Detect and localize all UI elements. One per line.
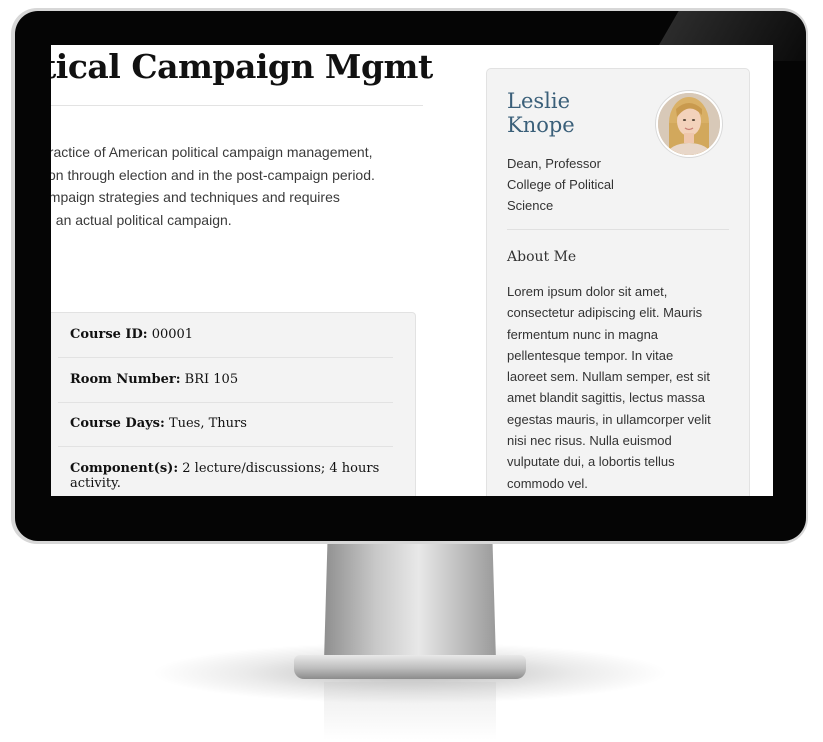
about-line: vulputate dui, a lobortis tellus <box>507 454 675 470</box>
title-divider <box>51 105 423 106</box>
components-value: 2 lecture/discussions; 4 hours <box>178 461 380 476</box>
instructor-avatar <box>656 91 722 157</box>
course-description: practice of American political campaign … <box>51 141 421 231</box>
instructor-first-name[interactable]: Leslie <box>507 89 570 113</box>
room-number-value: BRI 105 <box>180 372 239 387</box>
components-label: Component(s): <box>70 461 179 476</box>
monitor-stand-base <box>294 655 526 679</box>
course-days-label: Course Days: <box>70 416 165 431</box>
about-line: fermentum nunc in magna <box>507 326 659 342</box>
components-value-continued: activity. <box>70 476 121 491</box>
course-days-value: Tues, Thurs <box>164 416 247 431</box>
row-divider <box>58 402 393 403</box>
course-details-card: Course ID: 00001 Room Number: BRI 105 Co… <box>51 312 416 496</box>
about-line: consectetur adipiscing elit. Mauris <box>507 305 703 321</box>
row-divider <box>58 357 393 358</box>
room-number-label: Room Number: <box>70 372 181 387</box>
course-id-value: 00001 <box>147 327 194 342</box>
room-number-row: Room Number: BRI 105 <box>70 372 400 387</box>
about-line: pellentesque tempor. In vitae <box>507 347 674 363</box>
role-line: Dean, Professor <box>507 156 601 171</box>
instructor-panel: Leslie Knope Dean, Professor College of … <box>486 68 750 496</box>
course-title: itical Campaign Mgmt <box>51 47 433 86</box>
about-me-heading: About Me <box>507 249 577 265</box>
about-line: nisi nec risus. Nulla euismod <box>507 433 672 449</box>
about-line: commodo vel. <box>507 475 588 491</box>
instructor-photo <box>658 93 720 155</box>
monitor-stand-neck <box>324 543 496 661</box>
role-line: Science <box>507 198 554 213</box>
about-line: egestas mauris, in ullamcorper velit <box>507 411 711 427</box>
about-line: amet blandit sagittis, lectus massa <box>507 390 705 406</box>
description-line: in an actual political campaign. <box>51 211 232 228</box>
stand-reflection <box>324 682 496 740</box>
about-me-text: Lorem ipsum dolor sit amet, consectetur … <box>507 281 732 494</box>
row-divider <box>58 446 393 447</box>
instructor-title: Dean, Professor College of Political Sci… <box>507 153 614 216</box>
role-line: College of Political <box>507 177 614 192</box>
description-line: ampaign strategies and techniques and re… <box>51 189 340 205</box>
instructor-last-name[interactable]: Knope <box>507 113 575 137</box>
monitor-screen: itical Campaign Mgmt practice of America… <box>51 45 773 496</box>
about-line: laoreet sem. Nullam semper, est sit <box>507 369 711 385</box>
course-id-row: Course ID: 00001 <box>70 327 400 342</box>
course-id-label: Course ID: <box>70 327 148 342</box>
about-line: Lorem ipsum dolor sit amet, <box>507 284 668 299</box>
description-line: tion through election and in the post-ca… <box>51 166 375 183</box>
course-days-row: Course Days: Tues, Thurs <box>70 416 400 431</box>
components-row: Component(s): 2 lecture/discussions; 4 h… <box>70 461 400 491</box>
description-line: practice of American political campaign … <box>51 144 373 160</box>
sidebar-divider <box>507 229 729 230</box>
